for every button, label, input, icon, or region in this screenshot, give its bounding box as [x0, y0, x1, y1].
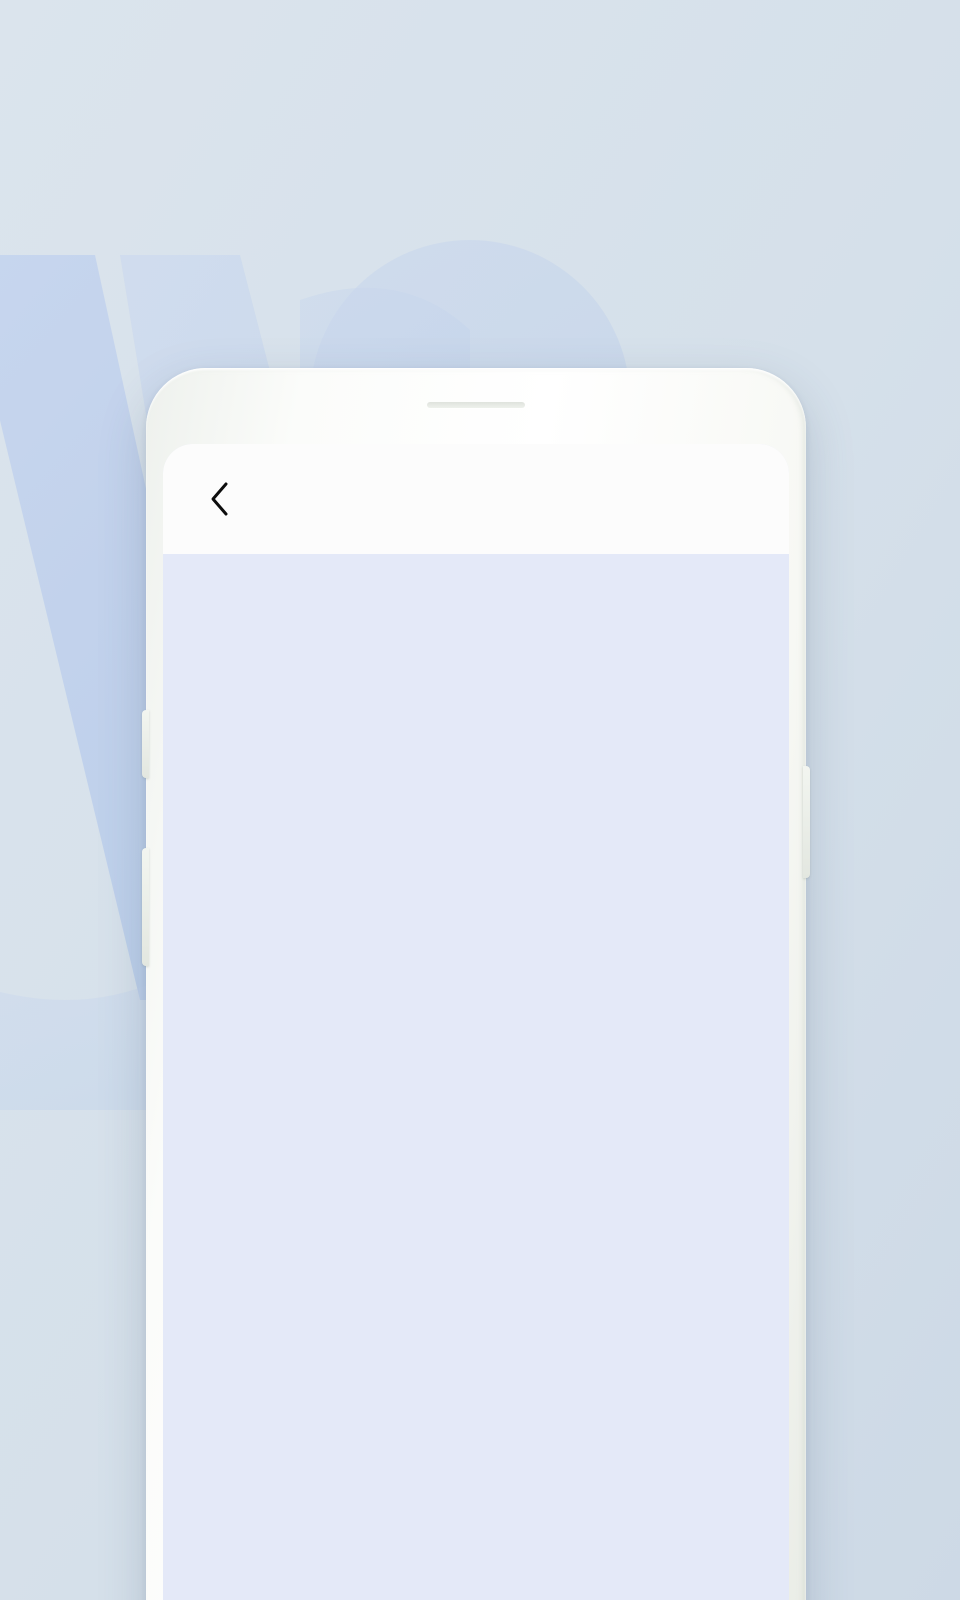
language-grid — [163, 554, 789, 576]
back-button[interactable] — [197, 477, 241, 521]
power-button[interactable] — [803, 766, 810, 878]
volume-up-button[interactable] — [142, 710, 149, 778]
promo-headline-block — [0, 92, 960, 117]
chevron-left-icon — [211, 482, 228, 516]
phone-mockup — [142, 368, 810, 1600]
volume-down-button[interactable] — [142, 848, 149, 966]
phone-screen — [163, 444, 789, 1600]
earpiece-speaker-icon — [427, 402, 525, 408]
app-bar — [163, 444, 789, 554]
